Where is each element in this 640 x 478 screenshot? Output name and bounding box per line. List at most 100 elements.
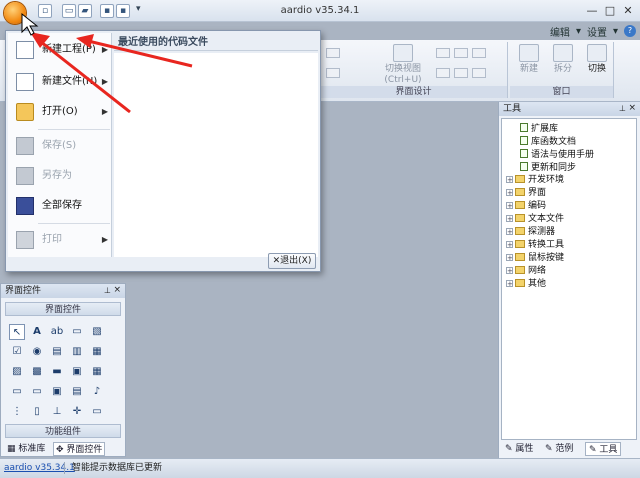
tree-item-folder[interactable]: + 界面 — [506, 188, 546, 199]
chevron-down-icon[interactable]: ▾ — [576, 26, 581, 37]
ribbon-group-ui-design: 切换视图 (Ctrl+U) 界面设计 — [320, 42, 508, 98]
tree-item-doc[interactable]: 库函数文档 — [520, 136, 576, 147]
section-header-controls[interactable]: 界面控件 — [5, 302, 121, 316]
expand-icon[interactable]: + — [506, 254, 513, 262]
properties-icon: ✎ — [505, 444, 516, 454]
tab-standard-library[interactable]: ▦ 标准库 — [5, 442, 47, 456]
scroll-tool-icon[interactable]: ⋮ — [9, 404, 25, 420]
tab-ui-controls[interactable]: ✥ 界面控件 — [53, 442, 106, 456]
edit-tool-icon[interactable]: ab — [49, 324, 65, 340]
static-text-tool-icon[interactable]: A — [29, 324, 45, 340]
tree-tool-icon[interactable]: ▯ — [29, 404, 45, 420]
tab-tools[interactable]: ✎ 工具 — [585, 442, 622, 456]
expand-icon[interactable]: + — [506, 228, 513, 236]
tree-item-folder[interactable]: + 转换工具 — [506, 240, 564, 251]
tab-examples[interactable]: ✎ 范例 — [545, 442, 573, 456]
frame-tool-icon[interactable]: ▩ — [29, 364, 45, 380]
tree-item-doc[interactable]: 更新和同步 — [520, 162, 576, 173]
menu-item-save: 保存(S) — [8, 131, 112, 161]
tree-item-folder[interactable]: + 其他 — [506, 279, 546, 290]
expand-icon[interactable]: + — [506, 267, 513, 275]
combobox-tool-icon[interactable]: ▥ — [69, 344, 85, 360]
tree-item-folder[interactable]: + 网络 — [506, 266, 546, 277]
folder-icon — [515, 227, 525, 235]
menu-edit[interactable]: 编辑 — [550, 24, 570, 39]
help-icon[interactable]: ? — [624, 25, 636, 37]
image-tool-icon[interactable]: ▧ — [89, 324, 105, 340]
expand-icon[interactable]: + — [506, 241, 513, 249]
document-icon — [520, 136, 528, 145]
tree-item-folder[interactable]: + 编码 — [506, 201, 546, 212]
grid-tool-icon[interactable]: ▦ — [89, 364, 105, 380]
tab-properties[interactable]: ✎ 属性 — [505, 442, 533, 456]
menu-item-new-project[interactable]: 新建工程(P) ▶ — [8, 35, 112, 65]
menu-bar-right: 编辑 ▾ 设置 ▾ ? — [550, 22, 636, 40]
checkbox-tool-icon[interactable]: ☑ — [9, 344, 25, 360]
tab-tool-icon[interactable]: ▭ — [9, 384, 25, 400]
progress-tool-icon[interactable]: ▬ — [49, 364, 65, 380]
status-bar: aardio v35.34.1 智能提示数据库已更新 — [0, 458, 640, 478]
qat-customize-icon[interactable]: ▾ — [136, 4, 141, 14]
new-file-icon[interactable]: ▫ — [38, 4, 52, 18]
pin-icon[interactable]: ⊥ — [104, 286, 111, 295]
save-all-icon[interactable]: ▪ — [116, 4, 130, 18]
tree-item-folder[interactable]: + 鼠标按键 — [506, 253, 564, 264]
radio-tool-icon[interactable]: ◉ — [29, 344, 45, 360]
new-project-icon — [16, 41, 34, 59]
maximize-button[interactable]: □ — [602, 4, 618, 18]
tools-icon: ✎ — [589, 445, 600, 455]
groupbox-tool-icon[interactable]: ▦ — [89, 344, 105, 360]
app-menu-orb-button[interactable] — [4, 2, 26, 24]
button-tool-icon[interactable]: ▭ — [69, 324, 85, 340]
close-icon[interactable]: × — [113, 285, 121, 295]
layout-icon — [454, 68, 468, 78]
folder-icon — [515, 201, 525, 209]
close-icon[interactable]: × — [628, 103, 636, 113]
pointer-tool-icon[interactable]: ↖ — [9, 324, 25, 340]
submenu-arrow-icon: ▶ — [101, 45, 108, 54]
splitter-tool-icon[interactable]: ✛ — [69, 404, 85, 420]
switch-view-icon — [393, 44, 413, 62]
menu-item-new-file[interactable]: 新建文件(N) ▶ — [8, 67, 112, 97]
spin-tool-icon[interactable]: ▣ — [69, 364, 85, 380]
menu-item-open[interactable]: 打开(O) ▶ — [8, 97, 112, 127]
expand-icon[interactable]: + — [506, 189, 513, 197]
tree-item-folder[interactable]: + 开发环境 — [506, 175, 564, 186]
open-folder-icon[interactable]: ▰ — [78, 4, 92, 18]
exit-button[interactable]: ✕退出(X) — [268, 253, 316, 269]
split-icon — [553, 44, 573, 62]
edit-box-tool-icon[interactable]: ▭ — [89, 404, 105, 420]
menu-settings[interactable]: 设置 — [587, 24, 607, 39]
folder-icon — [515, 253, 525, 261]
expand-icon[interactable]: + — [506, 215, 513, 223]
web-tool-icon[interactable]: ⊥ — [49, 404, 65, 420]
expand-icon[interactable]: + — [506, 176, 513, 184]
align-icon — [326, 68, 340, 78]
tree-item-folder[interactable]: + 文本文件 — [506, 214, 564, 225]
menu-item-save-all[interactable]: 全部保存 — [8, 191, 112, 221]
chevron-down-icon[interactable]: ▾ — [613, 26, 618, 37]
tree-item-folder[interactable]: + 探测器 — [506, 227, 555, 238]
document-icon — [520, 162, 528, 171]
pin-icon[interactable]: ⊥ — [619, 104, 626, 113]
submenu-arrow-icon: ▶ — [101, 235, 108, 244]
window-tool-icon[interactable]: ▣ — [49, 384, 65, 400]
minimize-button[interactable]: — — [584, 4, 600, 18]
tree-item-doc[interactable]: 扩展库 — [520, 123, 558, 134]
save-icon[interactable]: ▪ — [100, 4, 114, 18]
new-form-icon[interactable]: ▭ — [62, 4, 76, 18]
close-button[interactable]: ✕ — [620, 4, 636, 18]
expand-icon[interactable]: + — [506, 280, 513, 288]
switch-window-button[interactable]: 切换 — [582, 44, 612, 75]
picture-tool-icon[interactable]: ▨ — [9, 364, 25, 380]
listbox-tool-icon[interactable]: ▤ — [49, 344, 65, 360]
status-divider — [64, 462, 65, 474]
tree-item-doc[interactable]: 语法与使用手册 — [520, 149, 594, 160]
panel-tool-icon[interactable]: ▭ — [29, 384, 45, 400]
section-header-functions[interactable]: 功能组件 — [5, 424, 121, 438]
folder-icon — [515, 188, 525, 196]
track-tool-icon[interactable]: ♪ — [89, 384, 105, 400]
table-tool-icon[interactable]: ▤ — [69, 384, 85, 400]
expand-icon[interactable]: + — [506, 202, 513, 210]
window-title: aardio v35.34.1 — [280, 5, 360, 16]
